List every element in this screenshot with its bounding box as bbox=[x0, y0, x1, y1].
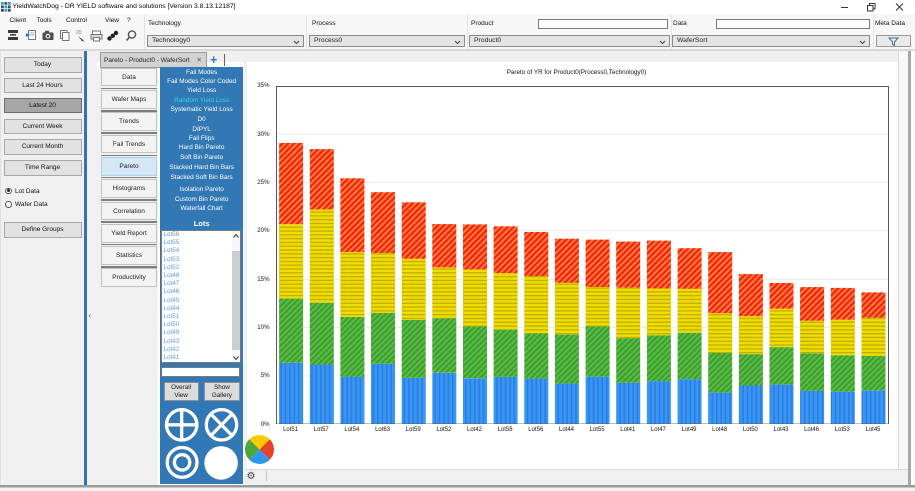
svg-text:20: 20 bbox=[76, 30, 82, 36]
